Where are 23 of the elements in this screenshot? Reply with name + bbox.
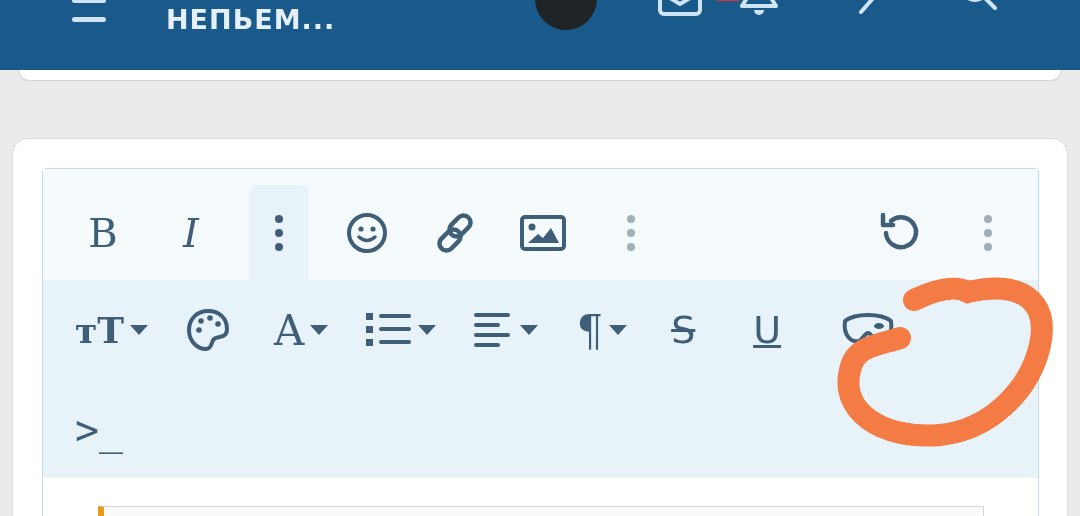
smiley-icon bbox=[346, 211, 388, 254]
caret-icon bbox=[418, 325, 437, 335]
bold-button[interactable]: B bbox=[73, 185, 133, 280]
vertical-dots-icon bbox=[275, 214, 283, 251]
palette-icon bbox=[186, 308, 231, 352]
letter-button[interactable]: ¶ bbox=[576, 280, 628, 380]
italic-button[interactable]: I bbox=[161, 185, 221, 280]
letter-button[interactable]: A bbox=[274, 280, 329, 380]
caret-icon bbox=[130, 325, 149, 335]
caret-icon bbox=[609, 325, 628, 335]
caret-icon bbox=[310, 325, 329, 335]
caret-icon bbox=[520, 325, 539, 335]
more-button[interactable] bbox=[249, 185, 309, 280]
code-button[interactable]: >_ bbox=[75, 380, 125, 480]
list-icon bbox=[366, 311, 413, 349]
underline-button[interactable]: U bbox=[753, 280, 804, 380]
size-button[interactable]: ᴛT bbox=[75, 280, 149, 380]
vertical-dots-icon bbox=[984, 214, 992, 251]
menu-icon[interactable] bbox=[72, 0, 106, 22]
strike-button[interactable]: S bbox=[665, 280, 716, 380]
page-title: НЕПЬЕМ... bbox=[166, 3, 336, 37]
vertical-dots-icon bbox=[627, 214, 635, 251]
image-icon bbox=[520, 214, 566, 251]
